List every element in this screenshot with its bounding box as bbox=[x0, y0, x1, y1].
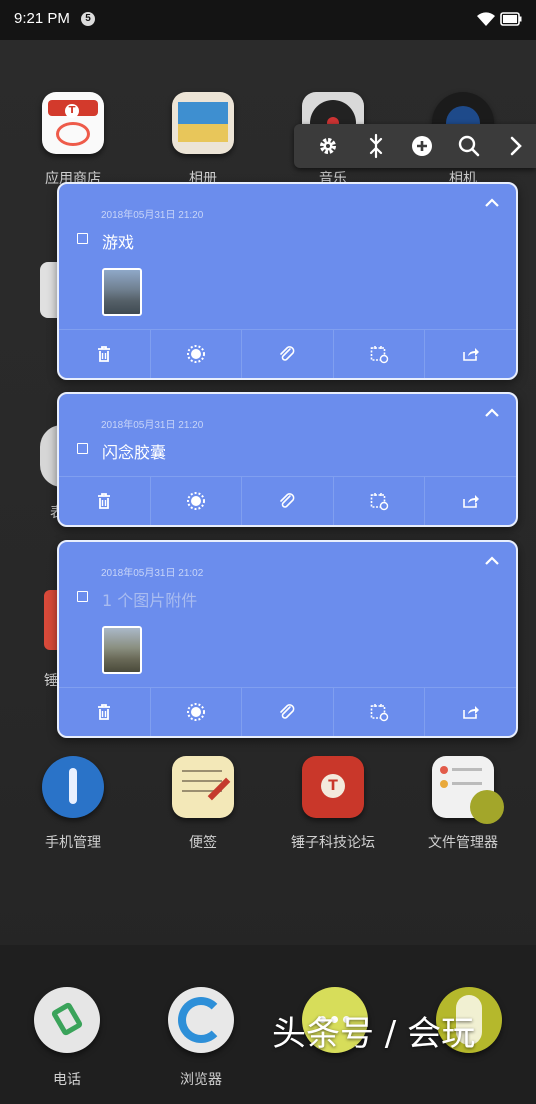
highlight-button[interactable] bbox=[151, 477, 243, 525]
gallery-app[interactable]: 相册 bbox=[148, 92, 258, 188]
trash-icon bbox=[98, 493, 111, 509]
capsule-note-card[interactable]: 2018年05月31日 21:02 1 个图片附件 bbox=[57, 540, 518, 738]
note-action-bar bbox=[59, 329, 516, 378]
phone-manager-icon bbox=[42, 756, 104, 818]
wifi-icon bbox=[477, 12, 495, 26]
file-manager-icon bbox=[432, 756, 504, 824]
paperclip-icon bbox=[280, 704, 295, 719]
notification-count-badge: 5 bbox=[81, 12, 95, 26]
highlight-button[interactable] bbox=[151, 330, 243, 378]
phone-manager-app[interactable]: 手机管理 bbox=[18, 756, 128, 852]
trash-icon bbox=[98, 346, 111, 362]
collapse-chevron-icon[interactable] bbox=[484, 555, 500, 567]
share-icon bbox=[462, 495, 479, 508]
notes-icon bbox=[172, 756, 234, 818]
battery-icon bbox=[500, 12, 522, 26]
dock-browser[interactable]: 浏览器 bbox=[146, 987, 256, 1089]
note-date: 2018年05月31日 21:20 bbox=[101, 420, 204, 431]
paperclip-icon bbox=[280, 346, 295, 361]
image-attachment-thumbnail[interactable] bbox=[102, 268, 142, 316]
highlight-button[interactable] bbox=[151, 688, 243, 736]
reminder-calendar-icon bbox=[370, 346, 389, 364]
share-button[interactable] bbox=[425, 477, 516, 525]
image-attachment-thumbnail[interactable] bbox=[102, 626, 142, 674]
share-button[interactable] bbox=[425, 330, 516, 378]
note-title[interactable]: 1 个图片附件 bbox=[102, 587, 197, 611]
app-store-icon: T bbox=[42, 92, 104, 154]
note-action-bar bbox=[59, 687, 516, 736]
forum-icon: T bbox=[302, 756, 364, 818]
file-manager-app[interactable]: 文件管理器 bbox=[408, 756, 518, 852]
browser-icon bbox=[168, 987, 234, 1053]
partial-app-label-2: 锤 bbox=[44, 673, 58, 689]
delete-button[interactable] bbox=[59, 477, 151, 525]
capsule-note-card[interactable]: 2018年05月31日 21:20 闪念胶囊 bbox=[57, 392, 518, 527]
watermark: 头条号 / 会玩 bbox=[272, 1014, 476, 1054]
reminder-button[interactable] bbox=[334, 330, 426, 378]
collapse-chevron-icon[interactable] bbox=[484, 197, 500, 209]
note-title[interactable]: 闪念胶囊 bbox=[102, 439, 166, 463]
status-time: 9:21 PM bbox=[14, 10, 70, 27]
note-checkbox[interactable] bbox=[77, 443, 88, 454]
attach-button[interactable] bbox=[242, 330, 334, 378]
file-manager-label: 文件管理器 bbox=[428, 835, 498, 851]
notes-label: 便签 bbox=[189, 835, 217, 851]
add-icon[interactable] bbox=[408, 132, 436, 160]
note-checkbox[interactable] bbox=[77, 233, 88, 244]
paperclip-icon bbox=[280, 493, 295, 508]
pin-icon[interactable] bbox=[362, 132, 390, 160]
app-store[interactable]: T 应用商店 bbox=[18, 92, 128, 188]
gear-icon[interactable] bbox=[314, 132, 342, 160]
reminder-calendar-icon bbox=[370, 704, 389, 722]
note-date: 2018年05月31日 21:02 bbox=[101, 568, 204, 579]
capsule-note-card[interactable]: 2018年05月31日 21:20 游戏 bbox=[57, 182, 518, 380]
quick-tool-strip bbox=[294, 124, 536, 168]
reminder-button[interactable] bbox=[334, 688, 426, 736]
delete-button[interactable] bbox=[59, 330, 151, 378]
reminder-button[interactable] bbox=[334, 477, 426, 525]
share-button[interactable] bbox=[425, 688, 516, 736]
delete-button[interactable] bbox=[59, 688, 151, 736]
forum-app[interactable]: T 锤子科技论坛 bbox=[278, 756, 388, 852]
dock-browser-label: 浏览器 bbox=[180, 1072, 222, 1088]
status-bar: 9:21 PM 5 bbox=[0, 0, 536, 40]
share-icon bbox=[462, 706, 479, 719]
brightness-icon bbox=[186, 492, 205, 510]
reminder-calendar-icon bbox=[370, 493, 389, 511]
attach-button[interactable] bbox=[242, 688, 334, 736]
dock-phone[interactable]: 电话 bbox=[12, 987, 122, 1089]
note-action-bar bbox=[59, 476, 516, 525]
note-date: 2018年05月31日 21:20 bbox=[101, 210, 204, 221]
brightness-icon bbox=[186, 345, 205, 363]
phone-manager-label: 手机管理 bbox=[45, 835, 101, 851]
notes-app[interactable]: 便签 bbox=[148, 756, 258, 852]
share-icon bbox=[462, 348, 479, 361]
note-title[interactable]: 游戏 bbox=[102, 229, 134, 253]
collapse-chevron-icon[interactable] bbox=[484, 407, 500, 419]
phone-icon bbox=[34, 987, 100, 1053]
attach-button[interactable] bbox=[242, 477, 334, 525]
dock-phone-label: 电话 bbox=[53, 1072, 81, 1088]
trash-icon bbox=[98, 704, 111, 720]
search-icon[interactable] bbox=[455, 132, 483, 160]
note-checkbox[interactable] bbox=[77, 591, 88, 602]
forum-label: 锤子科技论坛 bbox=[291, 835, 375, 851]
chevron-right-icon[interactable] bbox=[502, 132, 530, 160]
brightness-icon bbox=[186, 703, 205, 721]
gallery-icon bbox=[172, 92, 234, 154]
